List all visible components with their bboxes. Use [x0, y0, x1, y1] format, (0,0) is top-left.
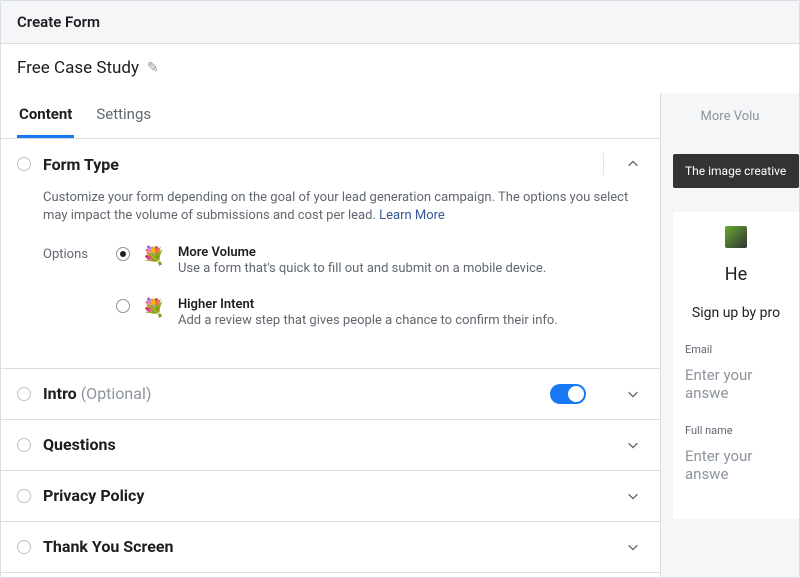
status-dot-icon	[17, 438, 31, 452]
field-label: Email	[685, 343, 787, 356]
form-name: Free Case Study	[17, 58, 139, 78]
field-label: Full name	[685, 424, 787, 437]
preview-sub: Sign up by pro	[685, 305, 787, 321]
section-thank-you: Thank You Screen	[1, 522, 660, 573]
preview-headline: He	[685, 264, 787, 285]
option-higher-intent[interactable]: 💐 Higher Intent Add a review step that g…	[116, 297, 644, 330]
bouquet-icon: 💐	[142, 297, 166, 321]
section-head-intro[interactable]: Intro (Optional)	[1, 369, 660, 419]
avatar	[725, 226, 747, 248]
section-title-intro: Intro (Optional)	[43, 384, 538, 403]
section-title-privacy: Privacy Policy	[43, 486, 610, 505]
section-title-form-type: Form Type	[43, 155, 585, 174]
preview-field-fullname: Full name Enter your answe	[685, 424, 787, 483]
status-dot-icon	[17, 387, 31, 401]
section-head-thankyou[interactable]: Thank You Screen	[1, 522, 660, 572]
options-label: Options	[43, 245, 88, 347]
field-placeholder[interactable]: Enter your answe	[685, 447, 787, 483]
preview-field-email: Email Enter your answe	[685, 343, 787, 402]
chevron-up-icon[interactable]	[622, 153, 644, 175]
chevron-down-icon[interactable]	[622, 383, 644, 405]
radio-higher-intent[interactable]	[116, 299, 130, 313]
status-dot-icon	[17, 157, 31, 171]
section-questions: Questions	[1, 420, 660, 471]
form-type-description: Customize your form depending on the goa…	[43, 189, 644, 225]
section-head-questions[interactable]: Questions	[1, 420, 660, 470]
section-head-form-type[interactable]: Form Type	[1, 139, 660, 189]
left-panel: Content Settings Form Type Customize you…	[1, 93, 661, 577]
tab-content[interactable]: Content	[17, 93, 74, 138]
bouquet-icon: 💐	[142, 245, 166, 269]
modal-header: Create Form	[1, 1, 799, 44]
chevron-down-icon[interactable]	[622, 434, 644, 456]
option-sub: Use a form that's quick to fill out and …	[178, 260, 546, 278]
preview-tab[interactable]: More Volu	[661, 93, 799, 154]
section-intro: Intro (Optional)	[1, 369, 660, 420]
divider	[603, 153, 604, 175]
create-form-modal: Create Form Free Case Study ✎ Content Se…	[0, 0, 800, 578]
preview-tooltip: The image creative	[673, 154, 799, 188]
form-name-row: Free Case Study ✎	[1, 44, 799, 93]
tabs: Content Settings	[1, 93, 660, 139]
tab-settings[interactable]: Settings	[94, 93, 153, 138]
section-head-privacy[interactable]: Privacy Policy	[1, 471, 660, 521]
section-title-questions: Questions	[43, 435, 610, 454]
learn-more-link[interactable]: Learn More	[379, 208, 445, 223]
edit-name-icon[interactable]: ✎	[147, 60, 159, 76]
intro-toggle[interactable]	[550, 384, 586, 404]
preview-panel: More Volu The image creative He Sign up …	[661, 93, 799, 577]
status-dot-icon	[17, 540, 31, 554]
option-title: Higher Intent	[178, 297, 558, 312]
section-form-type: Form Type Customize your form depending …	[1, 139, 660, 369]
section-title-thankyou: Thank You Screen	[43, 537, 610, 556]
field-placeholder[interactable]: Enter your answe	[685, 366, 787, 402]
modal-title: Create Form	[17, 13, 100, 31]
option-more-volume[interactable]: 💐 More Volume Use a form that's quick to…	[116, 245, 644, 278]
radio-more-volume[interactable]	[116, 247, 130, 261]
option-title: More Volume	[178, 245, 546, 260]
chevron-down-icon[interactable]	[622, 485, 644, 507]
status-dot-icon	[17, 489, 31, 503]
preview-card: He Sign up by pro Email Enter your answe…	[673, 212, 799, 519]
option-sub: Add a review step that gives people a ch…	[178, 312, 558, 330]
chevron-down-icon[interactable]	[622, 536, 644, 558]
section-privacy-policy: Privacy Policy	[1, 471, 660, 522]
